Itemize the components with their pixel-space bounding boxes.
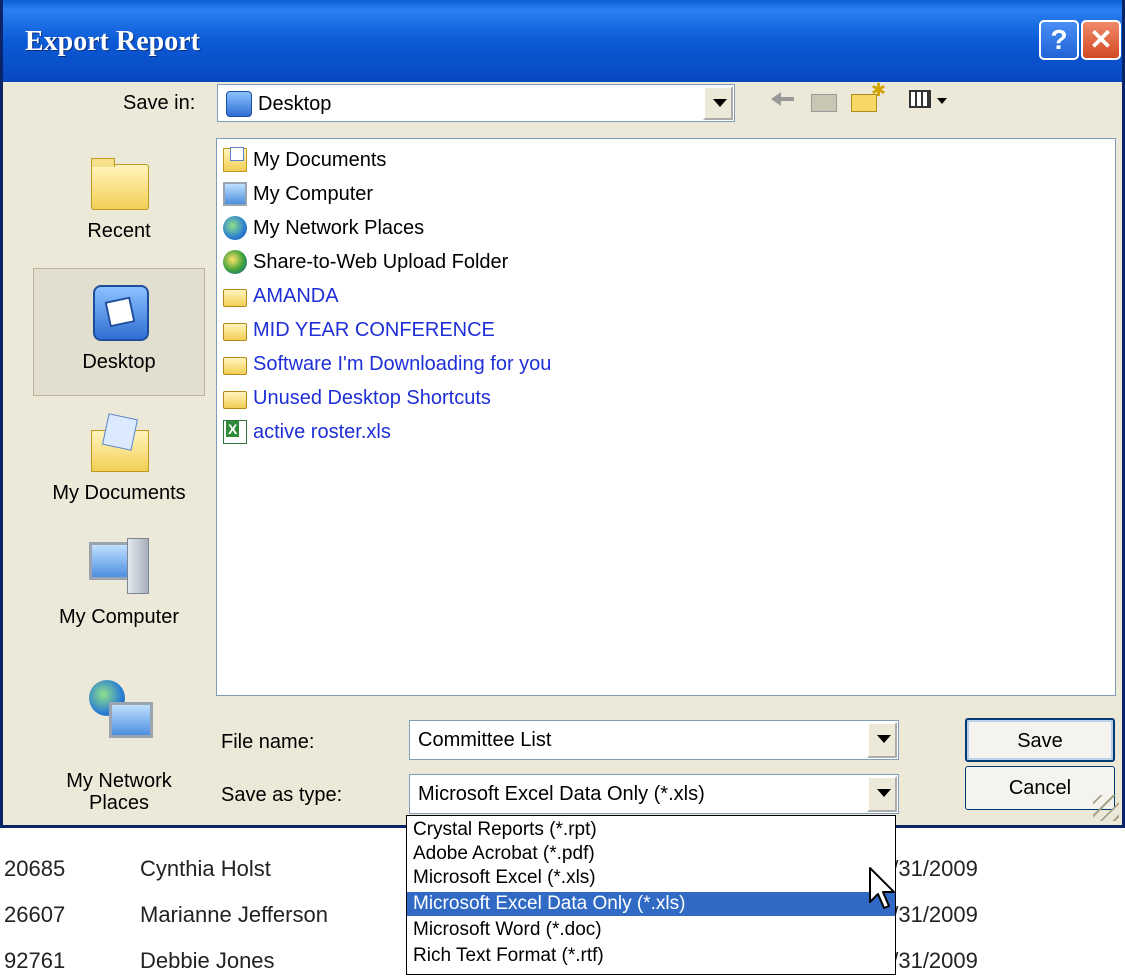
folder-icon bbox=[223, 391, 247, 409]
network-places-icon bbox=[223, 216, 247, 240]
desktop-icon bbox=[226, 91, 252, 117]
place-label: Desktop bbox=[82, 351, 156, 373]
back-arrow-icon[interactable] bbox=[771, 86, 795, 112]
my-computer-icon bbox=[223, 182, 247, 206]
save-as-type-select[interactable]: Microsoft Excel Data Only (*.xls) bbox=[409, 774, 899, 814]
place-label: My Network Places bbox=[66, 770, 172, 814]
excel-file-icon bbox=[223, 420, 247, 444]
place-label: My Computer bbox=[58, 606, 180, 628]
option-microsoft-excel[interactable]: Microsoft Excel (*.xls) bbox=[407, 866, 895, 890]
save-in-label: Save in: bbox=[123, 92, 196, 114]
place-recent[interactable]: Recent bbox=[33, 150, 205, 243]
file-name: MID YEAR CONFERENCE bbox=[253, 319, 495, 341]
export-report-dialog: Export Report ? ✕ Save in: Desktop Recen… bbox=[0, 0, 1125, 828]
folder-icon bbox=[223, 357, 247, 375]
file-name-label: File name: bbox=[221, 731, 315, 753]
file-name-dropdown-button[interactable] bbox=[867, 722, 897, 758]
save-as-type-dropdown-button[interactable] bbox=[867, 776, 897, 812]
save-in-combo[interactable]: Desktop bbox=[217, 84, 735, 122]
file-name: AMANDA bbox=[253, 285, 339, 307]
report-id: 92761 bbox=[4, 948, 66, 973]
desktop-icon bbox=[87, 281, 151, 345]
place-network-places[interactable]: My Network Places bbox=[33, 656, 205, 814]
option-crystal-reports[interactable]: Crystal Reports (*.rpt) bbox=[407, 818, 895, 842]
file-name: My Computer bbox=[253, 183, 374, 205]
save-in-value: Desktop bbox=[258, 93, 332, 115]
mouse-pointer-icon bbox=[869, 867, 895, 909]
save-in-dropdown-button[interactable] bbox=[703, 86, 733, 120]
option-rich-text-format[interactable]: Rich Text Format (*.rtf) bbox=[407, 944, 895, 968]
dialog-title: Export Report bbox=[25, 26, 200, 57]
places-bar: Recent Desktop My Documents My Computer … bbox=[33, 140, 205, 814]
place-label: Recent bbox=[87, 220, 151, 242]
my-documents-icon bbox=[87, 412, 151, 476]
file-name: Software I'm Downloading for you bbox=[253, 353, 552, 375]
resize-grip[interactable] bbox=[1093, 795, 1119, 821]
share-folder-icon bbox=[223, 250, 247, 274]
report-id: 26607 bbox=[4, 902, 66, 927]
folder-icon bbox=[223, 289, 247, 307]
file-list[interactable]: My Documents My Computer My Network Plac… bbox=[216, 138, 1116, 696]
views-menu-icon[interactable] bbox=[909, 86, 953, 112]
option-excel-data-only[interactable]: Microsoft Excel Data Only (*.xls) bbox=[407, 892, 895, 916]
my-documents-icon bbox=[223, 147, 247, 172]
file-name: My Network Places bbox=[253, 217, 425, 239]
save-as-type-value: Microsoft Excel Data Only (*.xls) bbox=[418, 783, 705, 805]
save-as-type-options[interactable]: Crystal Reports (*.rpt) Adobe Acrobat (*… bbox=[406, 815, 896, 975]
file-name: Share-to-Web Upload Folder bbox=[253, 251, 509, 273]
place-my-documents[interactable]: My Documents bbox=[33, 412, 205, 505]
file-name: My Documents bbox=[253, 149, 387, 171]
close-button[interactable]: ✕ bbox=[1081, 20, 1121, 60]
up-folder-icon[interactable] bbox=[809, 86, 837, 112]
recent-folder-icon bbox=[87, 150, 151, 214]
place-my-computer[interactable]: My Computer bbox=[33, 536, 205, 629]
folder-icon bbox=[223, 323, 247, 341]
file-name-input[interactable]: Committee List bbox=[409, 720, 899, 760]
report-id: 20685 bbox=[4, 856, 66, 881]
place-label: My Documents bbox=[52, 482, 186, 504]
title-bar[interactable]: Export Report ? ✕ bbox=[3, 0, 1122, 82]
option-microsoft-word[interactable]: Microsoft Word (*.doc) bbox=[407, 918, 895, 942]
new-folder-icon[interactable] bbox=[851, 80, 886, 112]
file-name: active roster.xls bbox=[253, 421, 391, 443]
my-computer-icon bbox=[87, 536, 151, 600]
save-as-type-label: Save as type: bbox=[221, 784, 343, 806]
file-name: Unused Desktop Shortcuts bbox=[253, 387, 491, 409]
report-name: Marianne Jefferson bbox=[140, 902, 328, 927]
report-name: Debbie Jones bbox=[140, 948, 275, 973]
file-name-value: Committee List bbox=[418, 729, 552, 751]
save-button[interactable]: Save bbox=[965, 718, 1115, 762]
help-button[interactable]: ? bbox=[1039, 20, 1079, 60]
report-name: Cynthia Holst bbox=[140, 856, 271, 881]
option-adobe-acrobat[interactable]: Adobe Acrobat (*.pdf) bbox=[407, 842, 895, 866]
place-desktop[interactable]: Desktop bbox=[33, 268, 205, 396]
network-places-icon bbox=[87, 678, 153, 742]
